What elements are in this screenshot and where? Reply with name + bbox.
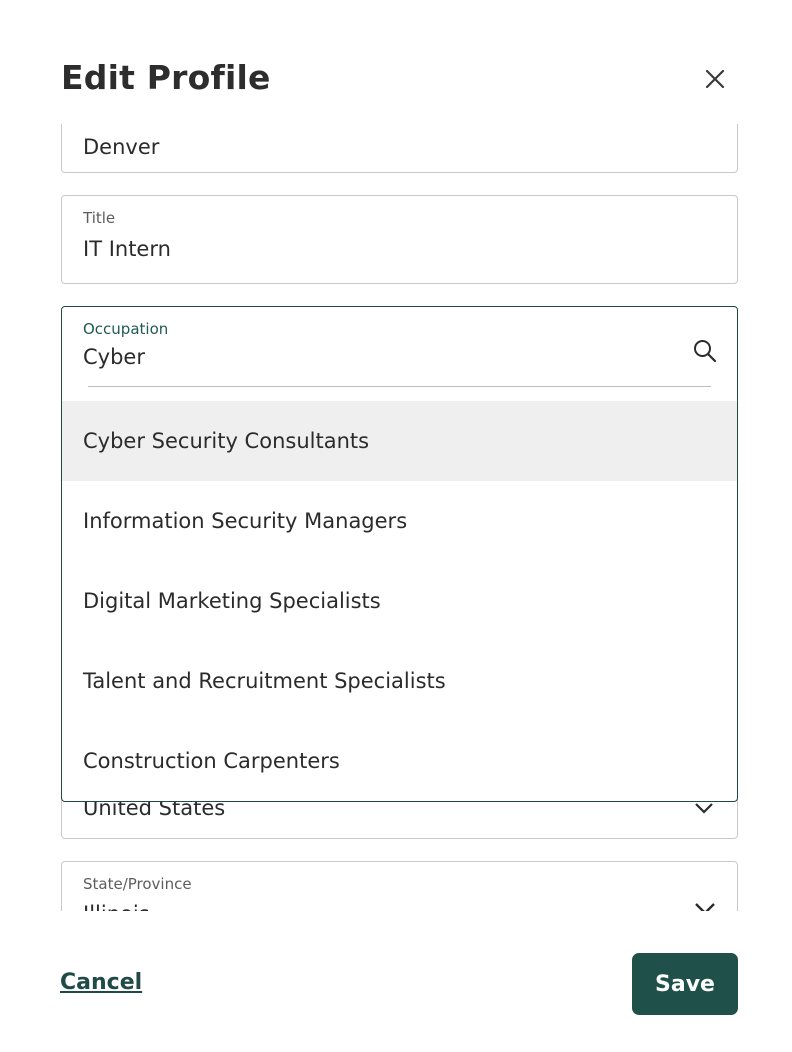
occupation-option[interactable]: Talent and Recruitment Specialists [62,641,737,721]
occupation-search-input[interactable] [83,345,663,369]
close-button[interactable] [700,64,730,94]
title-value: IT Intern [83,237,171,261]
chevron-down-icon [695,803,713,814]
state-province-value: Illinois [83,902,150,911]
occupation-option[interactable]: Construction Carpenters [62,721,737,801]
occupation-label: Occupation [83,320,169,338]
occupation-option[interactable]: Cyber Security Consultants [62,401,737,481]
search-divider [88,386,711,387]
state-province-select[interactable]: State/Province Illinois [61,861,738,911]
close-icon [705,69,725,89]
save-button[interactable]: Save [632,953,738,1015]
occupation-option[interactable]: Digital Marketing Specialists [62,561,737,641]
cancel-button[interactable]: Cancel [60,970,142,995]
occupation-option[interactable]: Information Security Managers [62,481,737,561]
occupation-options-list: Cyber Security Consultants Information S… [62,401,737,801]
form-scroll-area[interactable]: Denver Title IT Intern United States Sta… [0,124,792,911]
edit-profile-modal: Edit Profile Denver Title IT Intern Unit… [0,0,792,1052]
search-icon[interactable] [692,338,718,364]
city-value: Denver [83,135,160,159]
state-province-label: State/Province [83,875,192,893]
page-title: Edit Profile [61,58,271,97]
title-field[interactable]: Title IT Intern [61,195,738,284]
chevron-down-icon [695,903,715,911]
city-field[interactable]: Denver [61,124,738,173]
title-label: Title [83,209,116,227]
occupation-combobox[interactable]: Occupation Cyber Security Consultants In… [61,306,738,802]
